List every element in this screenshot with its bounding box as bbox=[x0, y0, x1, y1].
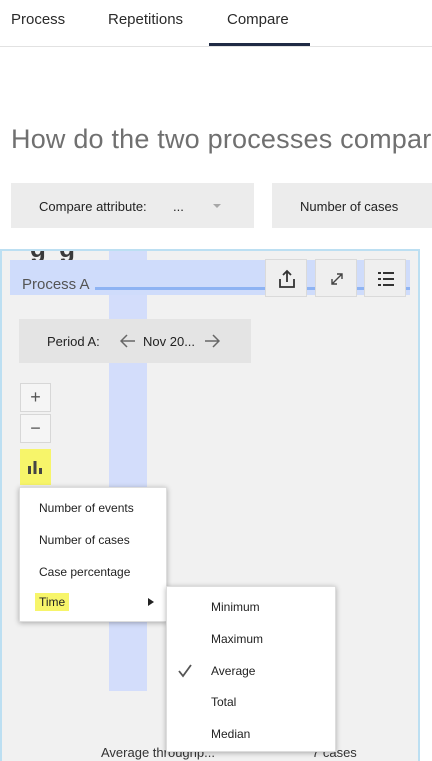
zoom-in-button[interactable]: + bbox=[20, 383, 51, 412]
submenu-item-average[interactable]: Average bbox=[167, 654, 335, 686]
metric-select[interactable]: Number of cases bbox=[272, 183, 432, 228]
bar-chart-icon bbox=[28, 461, 42, 474]
period-a-value: Nov 20... bbox=[143, 334, 196, 349]
arrow-right-icon[interactable] bbox=[204, 334, 220, 348]
menu-item-number-of-events[interactable]: Number of events bbox=[20, 491, 166, 523]
zoom-out-button[interactable]: − bbox=[20, 414, 51, 443]
menu-item-case-percentage[interactable]: Case percentage bbox=[20, 555, 166, 587]
titlebar-accent-line bbox=[95, 287, 410, 290]
checkmark-icon bbox=[178, 664, 192, 678]
compare-attribute-label: Compare attribute: bbox=[39, 199, 147, 214]
expand-icon bbox=[331, 273, 343, 285]
page-heading: How do the two processes compare bbox=[11, 124, 432, 154]
list-icon bbox=[378, 272, 394, 286]
compare-attribute-value: ... bbox=[173, 199, 184, 214]
expand-button[interactable] bbox=[315, 259, 357, 297]
tab-repetitions[interactable]: Repetitions bbox=[108, 11, 183, 28]
process-flow-bar bbox=[109, 251, 147, 691]
chart-options-button[interactable] bbox=[20, 449, 51, 485]
metric-select-value: Number of cases bbox=[300, 199, 399, 214]
submenu-item-minimum[interactable]: Minimum bbox=[167, 590, 335, 622]
tab-bar: Process Repetitions Compare bbox=[0, 0, 432, 47]
list-button[interactable] bbox=[364, 259, 406, 297]
menu-item-number-of-cases[interactable]: Number of cases bbox=[20, 523, 166, 555]
period-a-selector[interactable]: Period A: Nov 20... bbox=[19, 319, 251, 363]
chart-options-menu: Number of events Number of cases Case pe… bbox=[19, 487, 167, 622]
compare-attribute-select[interactable]: Compare attribute: ... bbox=[11, 183, 254, 228]
active-tab-indicator bbox=[209, 43, 310, 46]
menu-item-time[interactable]: Time bbox=[20, 586, 166, 618]
panel-title: Process A bbox=[22, 276, 90, 293]
period-a-label: Period A: bbox=[47, 334, 100, 349]
share-icon bbox=[279, 269, 295, 288]
time-submenu: Minimum Maximum Average Total Median bbox=[166, 586, 336, 752]
tab-process[interactable]: Process bbox=[11, 11, 65, 28]
share-button[interactable] bbox=[265, 259, 307, 297]
arrow-left-icon[interactable] bbox=[120, 334, 136, 348]
submenu-item-median[interactable]: Median bbox=[167, 717, 335, 749]
submenu-item-maximum[interactable]: Maximum bbox=[167, 622, 335, 654]
submenu-item-total[interactable]: Total bbox=[167, 685, 335, 717]
tab-compare[interactable]: Compare bbox=[227, 11, 289, 28]
chevron-down-icon bbox=[213, 204, 221, 208]
submenu-arrow-icon bbox=[148, 598, 154, 606]
